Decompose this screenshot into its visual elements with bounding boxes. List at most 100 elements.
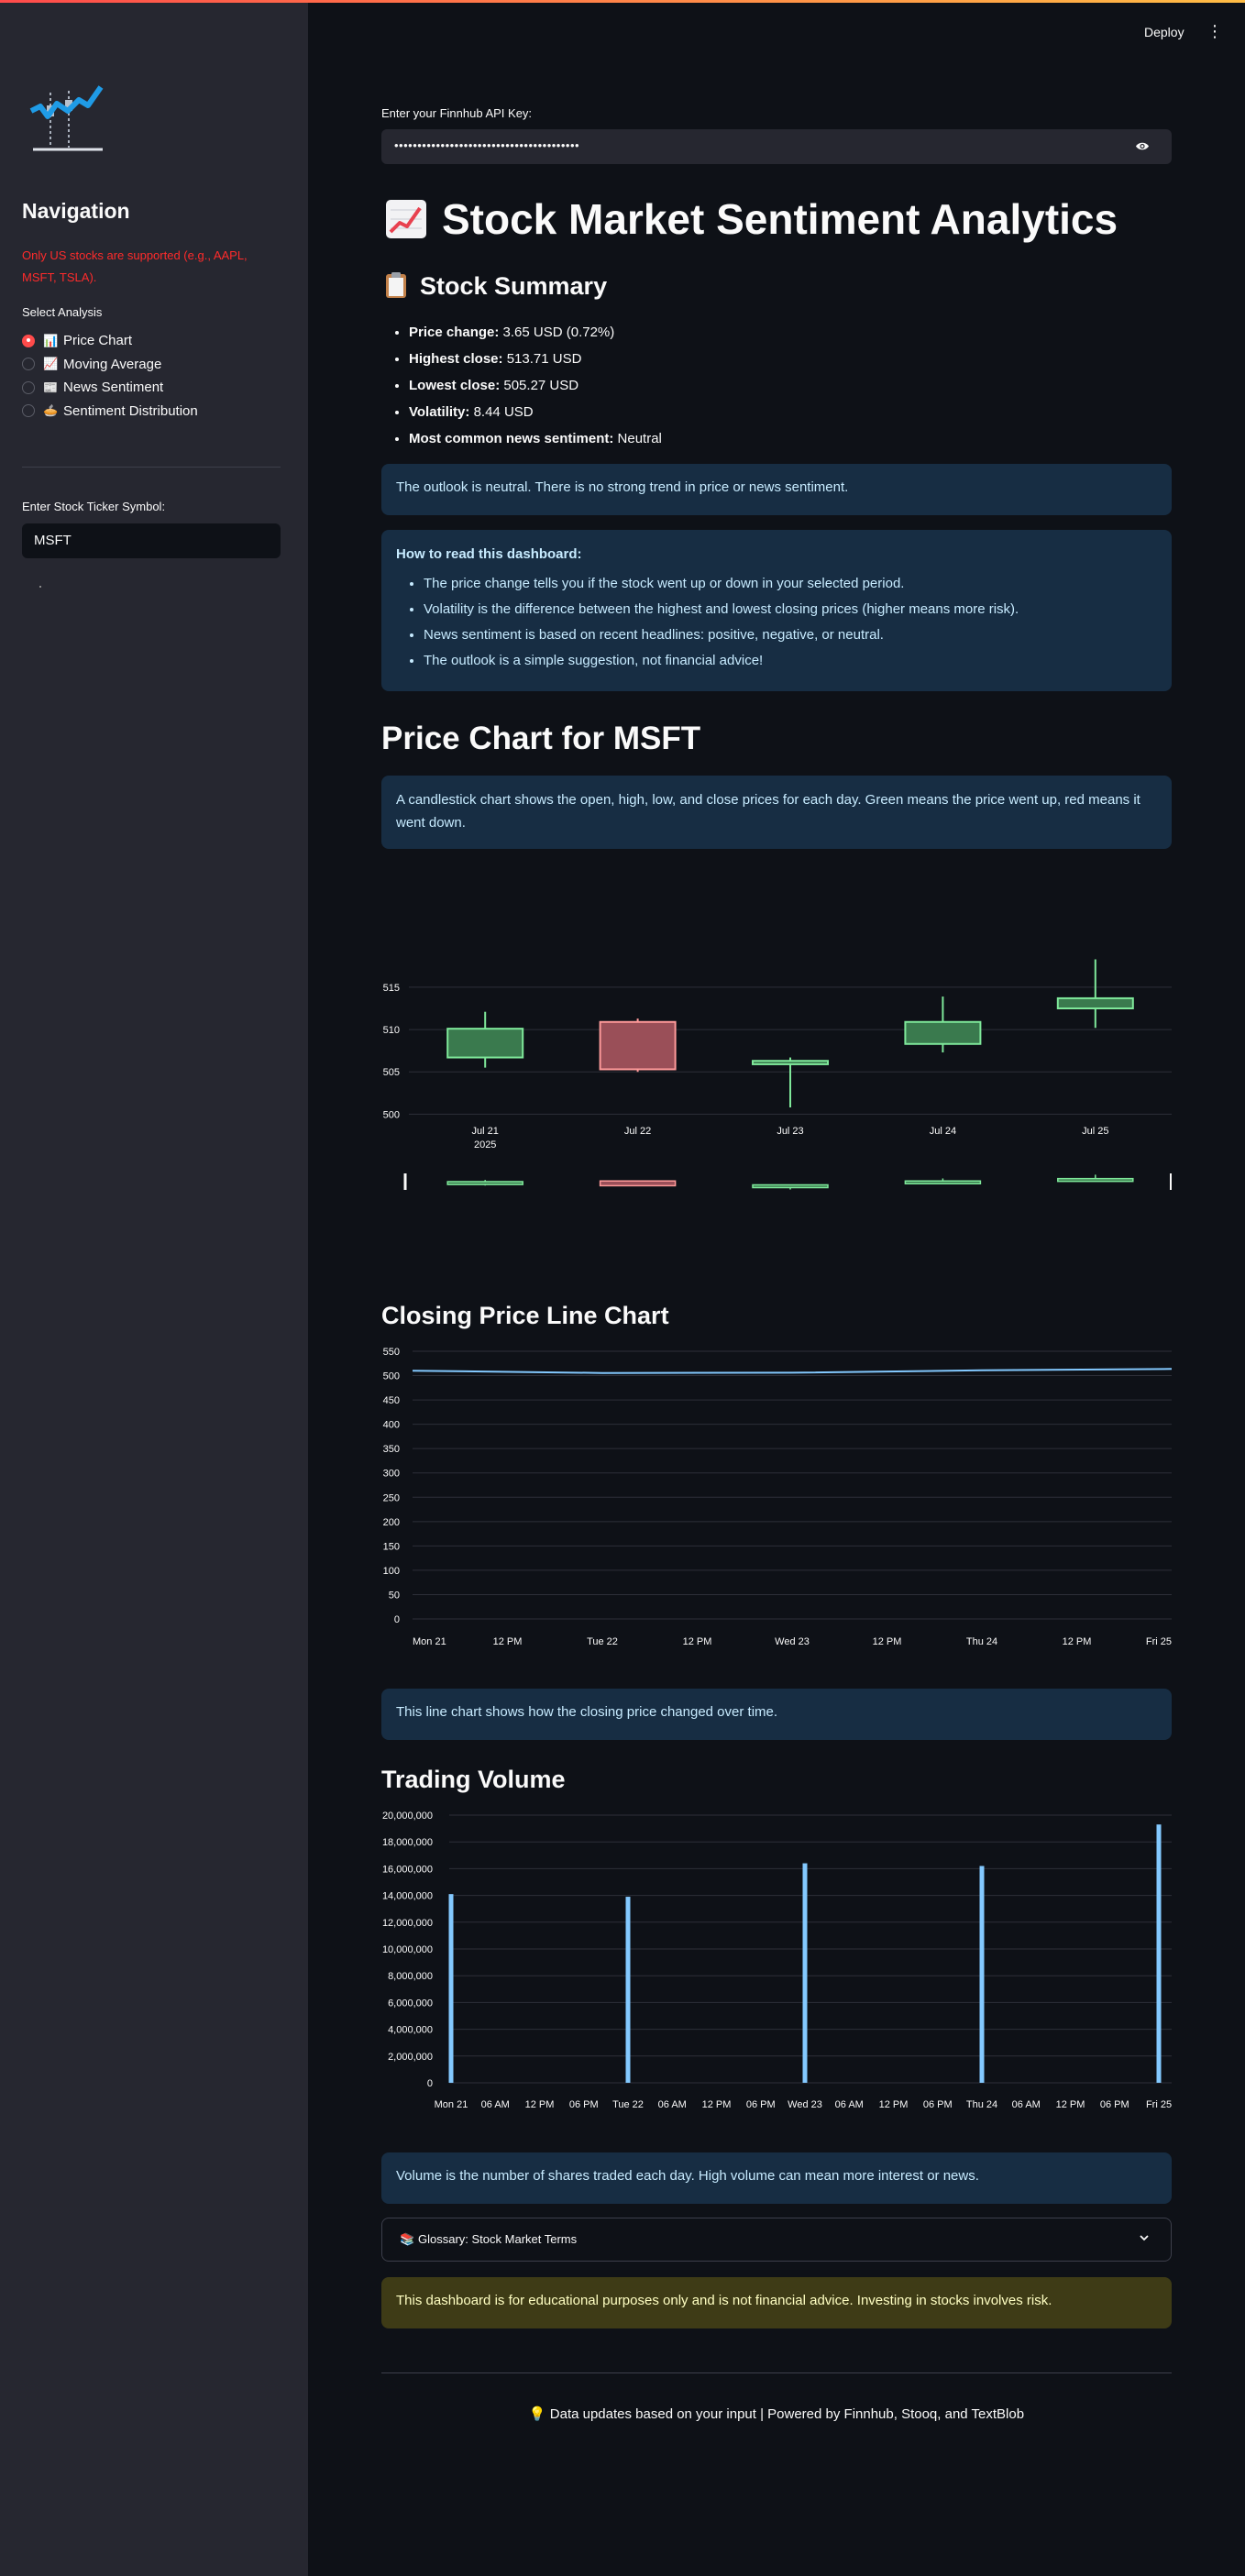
radio-unselected-icon xyxy=(22,380,35,394)
footer-text: Data updates based on your input | Power… xyxy=(549,2406,1025,2422)
stock-summary-text: Stock Summary xyxy=(420,272,608,300)
y-tick-label: 2,000,000 xyxy=(388,2052,433,2063)
x-tick-label: Wed 23 xyxy=(788,2099,822,2110)
pie-icon: 🥧 xyxy=(43,403,59,418)
y-tick-label: 450 xyxy=(383,1395,400,1406)
chart-increasing-icon: 📈 xyxy=(43,357,59,371)
x-tick-label: 12 PM xyxy=(702,2099,732,2110)
y-tick-label: 350 xyxy=(383,1444,400,1455)
closing-price-line-chart[interactable]: 0 50 100 150 200 250 300 350 400 450 500 550 Mon 21 1… xyxy=(381,1340,1173,1666)
x-tick-label: 06 PM xyxy=(1100,2099,1129,2110)
y-tick-label: 12,000,000 xyxy=(382,1918,433,1929)
line-chart-heading: Closing Price Line Chart xyxy=(381,1302,669,1329)
clipboard-icon xyxy=(386,272,406,298)
x-tick-label: 06 PM xyxy=(746,2099,776,2110)
x-tick-label: Tue 22 xyxy=(587,1636,618,1647)
sidebar-spinner-dot xyxy=(39,586,41,588)
y-tick-label: 14,000,000 xyxy=(382,1891,433,1902)
chevron-down-icon xyxy=(1140,2235,1149,2241)
y-tick-label: 0 xyxy=(394,1614,400,1625)
rangeslider-candle xyxy=(599,1180,677,1187)
radio-label: Price Chart xyxy=(63,333,133,349)
candle-body xyxy=(752,1060,829,1065)
y-tick-label: 100 xyxy=(383,1566,400,1577)
y-tick-label: 6,000,000 xyxy=(388,1998,433,2009)
candle-body xyxy=(446,1028,524,1059)
volume-heading: Trading Volume xyxy=(381,1766,566,1793)
summary-item-highest-close: Highest close: 513.71 USD xyxy=(409,346,662,372)
api-key-label: Enter your Finnhub API Key: xyxy=(381,106,533,120)
x-tick-label: Wed 23 xyxy=(775,1636,810,1647)
glossary-expander[interactable]: 📚 Glossary: Stock Market Terms xyxy=(381,2218,1172,2262)
volume-info-box: Volume is the number of shares traded ea… xyxy=(381,2152,1172,2204)
x-tick-label: 06 AM xyxy=(658,2099,687,2110)
howto-item: Volatility is the difference between the… xyxy=(424,597,1157,622)
y-tick-label: 18,000,000 xyxy=(382,1837,433,1848)
y-tick-label: 200 xyxy=(383,1517,400,1528)
volume-bar xyxy=(979,1866,985,2083)
glossary-label: Glossary: Stock Market Terms xyxy=(418,2232,578,2246)
api-key-input[interactable]: •••••••••••••••••••••••••••••••••••••••• xyxy=(381,129,1172,164)
rangeslider-candle xyxy=(752,1183,829,1189)
radio-label: Moving Average xyxy=(63,356,162,372)
sidebar: Navigation Only US stocks are supported … xyxy=(0,3,308,2576)
y-tick-label: 20,000,000 xyxy=(382,1811,433,1822)
y-tick-label: 0 xyxy=(427,2078,433,2089)
y-tick-label: 150 xyxy=(383,1541,400,1552)
volume-bar xyxy=(1156,1824,1162,2083)
radio-label: News Sentiment xyxy=(63,380,164,396)
ticker-input[interactable]: MSFT xyxy=(22,523,281,558)
x-tick-label: 12 PM xyxy=(879,2099,909,2110)
radio-news-sentiment[interactable]: 📰 News Sentiment xyxy=(22,376,198,400)
summary-item-lowest-close: Lowest close: 505.27 USD xyxy=(409,372,662,399)
deploy-button[interactable]: Deploy xyxy=(1144,25,1184,39)
outlook-info-box: The outlook is neutral. There is no stro… xyxy=(381,464,1172,515)
y-tick-label: 16,000,000 xyxy=(382,1864,433,1875)
radio-unselected-icon xyxy=(22,358,35,371)
y-tick-label: 10,000,000 xyxy=(382,1944,433,1955)
candlestick-chart[interactable]: 500 505 510 515 Jul 21 2025 Jul 22 Jul 23 Jul 24… xyxy=(381,944,1172,1215)
x-tick-label: 12 PM xyxy=(1063,1636,1092,1647)
price-chart-heading: Price Chart for MSFT xyxy=(381,721,701,756)
y-tick-label: 550 xyxy=(383,1347,400,1358)
radio-unselected-icon xyxy=(22,404,35,418)
show-password-eye-icon[interactable] xyxy=(1135,141,1150,151)
x-tick-label: 06 AM xyxy=(1012,2099,1041,2110)
candlestick-info-box: A candlestick chart shows the open, high… xyxy=(381,776,1172,849)
kebab-menu-icon[interactable]: ⋮ xyxy=(1206,23,1223,39)
analysis-radio-group: 📊 Price Chart 📈 Moving Average 📰 News Se… xyxy=(22,329,198,423)
footer-divider xyxy=(381,2372,1172,2373)
x-tick-label: Jul 23 xyxy=(777,1126,803,1137)
bar-chart-icon: 📊 xyxy=(43,333,59,347)
books-icon: 📚 xyxy=(400,2232,415,2246)
stock-summary-list: Price change: 3.65 USD (0.72%) Highest c… xyxy=(381,319,662,452)
rangeslider-candle xyxy=(446,1181,523,1185)
volume-bar xyxy=(802,1863,808,2083)
y-tick-label: 4,000,000 xyxy=(388,2025,433,2036)
y-tick-label: 50 xyxy=(389,1590,400,1601)
y-tick-label: 250 xyxy=(383,1492,400,1503)
x-tick-label: Jul 24 xyxy=(930,1126,956,1137)
summary-item-volatility: Volatility: 8.44 USD xyxy=(409,399,662,425)
volume-bar xyxy=(625,1897,631,2083)
radio-sentiment-distribution[interactable]: 🥧 Sentiment Distribution xyxy=(22,400,198,424)
y-tick-label: 505 xyxy=(383,1067,400,1078)
x-tick-label: Fri 25 xyxy=(1146,2099,1172,2110)
footer: 💡 Data updates based on your input | Pow… xyxy=(381,2405,1172,2422)
x-tick-label: Jul 25 xyxy=(1082,1126,1108,1137)
x-tick-label: Mon 21 xyxy=(435,2099,468,2110)
radio-price-chart[interactable]: 📊 Price Chart xyxy=(22,329,198,353)
x-tick-label: Fri 25 xyxy=(1146,1636,1172,1647)
sidebar-divider xyxy=(22,467,281,468)
x-tick-label: 12 PM xyxy=(525,2099,555,2110)
y-tick-label: 400 xyxy=(383,1420,400,1431)
x-tick-label: Thu 24 xyxy=(966,1636,997,1647)
candle-body xyxy=(1056,996,1134,1009)
radio-moving-average[interactable]: 📈 Moving Average xyxy=(22,353,198,377)
us-stocks-warning: Only US stocks are supported (e.g., AAPL… xyxy=(22,248,248,284)
x-tick-label: 06 PM xyxy=(923,2099,953,2110)
howto-title: How to read this dashboard: xyxy=(396,546,582,562)
trading-volume-chart[interactable]: 0 2,000,000 4,000,000 6,000,000 8,000,000 10,… xyxy=(381,1802,1172,2137)
x-tick-label: 12 PM xyxy=(1056,2099,1085,2110)
summary-item-sentiment: Most common news sentiment: Neutral xyxy=(409,425,662,452)
